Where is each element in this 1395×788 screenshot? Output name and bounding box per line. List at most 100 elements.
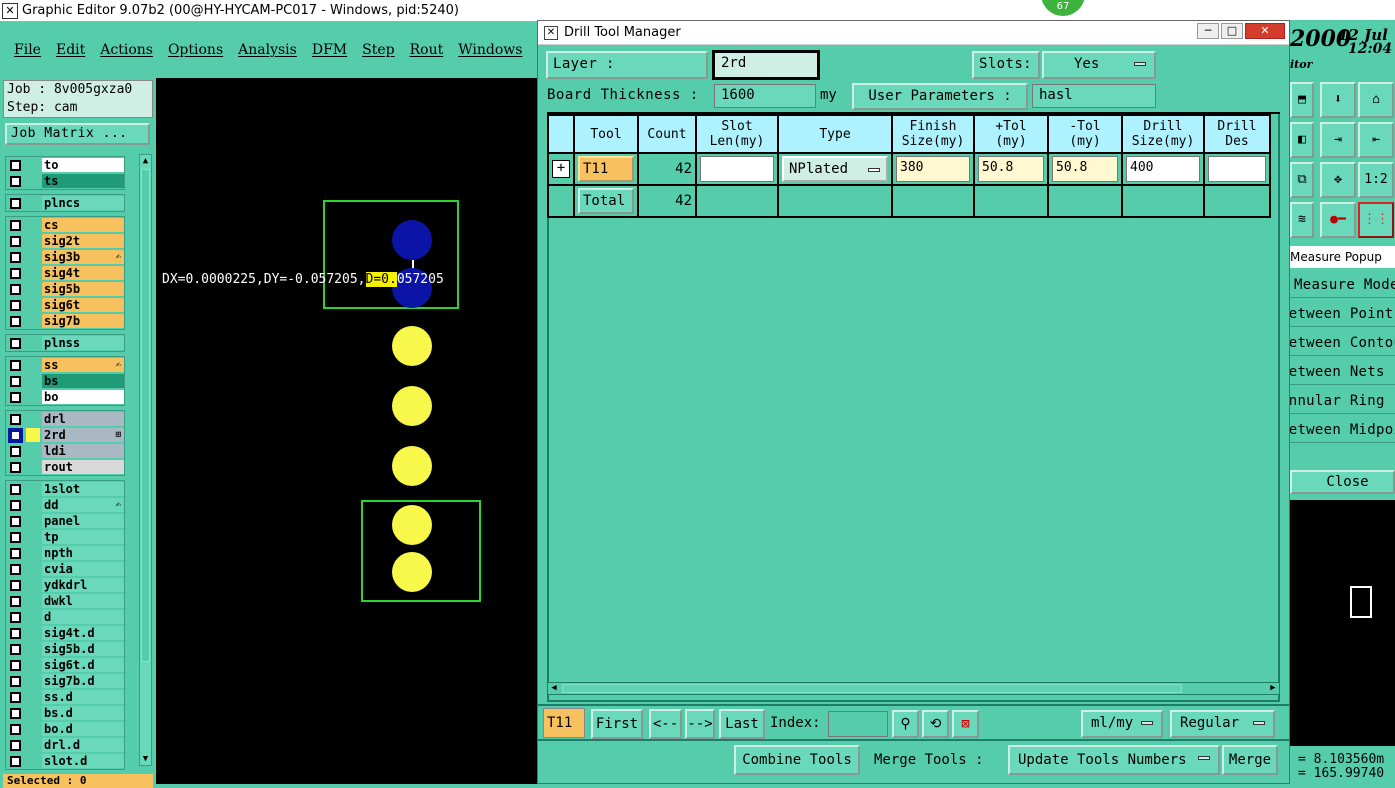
scroll-left-arrow-icon[interactable]: ◀ — [548, 683, 560, 694]
layer-row-ss.d[interactable]: ss.d — [6, 689, 124, 705]
menu-file[interactable]: File — [14, 42, 41, 58]
layer-name[interactable]: sig5b — [42, 282, 124, 296]
job-matrix-button[interactable]: Job Matrix ... — [5, 123, 150, 145]
layer-checkbox[interactable] — [10, 483, 21, 495]
menu-edit[interactable]: Edit — [56, 42, 85, 58]
layer-row-2rd[interactable]: 2rd ⊞ — [6, 427, 124, 443]
expand-icon[interactable]: + — [552, 160, 570, 178]
layers-icon[interactable]: ≋ — [1290, 202, 1314, 238]
layer-checkbox[interactable] — [10, 579, 21, 591]
layer-name[interactable]: plncs — [42, 196, 124, 210]
layer-name[interactable]: ss.d — [42, 690, 124, 704]
layer-checkbox[interactable] — [10, 197, 21, 209]
layer-checkbox[interactable] — [10, 627, 21, 639]
measure-item[interactable]: Annular Ring — [1290, 388, 1395, 414]
next-button[interactable]: --> — [685, 709, 715, 739]
units-option-menu[interactable]: ml/my — [1081, 710, 1163, 738]
layer-row-sig5b[interactable]: sig5b — [6, 281, 124, 297]
scroll-up-arrow-icon[interactable]: ▲ — [140, 155, 151, 167]
layer-name[interactable]: bo.d — [42, 722, 124, 736]
layer-checkbox[interactable] — [10, 283, 21, 295]
layer-row-sig6t[interactable]: sig6t — [6, 297, 124, 313]
last-button[interactable]: Last — [719, 709, 765, 739]
type-option-menu[interactable]: NPlated — [782, 156, 888, 182]
layer-checkbox[interactable] — [10, 563, 21, 575]
layer-row-tp[interactable]: tp — [6, 529, 124, 545]
measure-item[interactable]: Between Points — [1290, 301, 1395, 327]
layer-row-panel[interactable]: panel — [6, 513, 124, 529]
menu-options[interactable]: Options — [168, 42, 223, 58]
update-tools-numbers-menu[interactable]: Update Tools Numbers — [1008, 745, 1220, 775]
layer-row-rout[interactable]: rout — [6, 459, 124, 475]
layer-name[interactable]: drl — [42, 412, 124, 426]
board-thickness-input[interactable]: 1600 — [714, 84, 816, 108]
drill-hole[interactable] — [392, 505, 432, 545]
layer-name[interactable]: bs — [42, 374, 124, 388]
layer-name[interactable]: ts — [42, 174, 124, 188]
layer-row-ss[interactable]: ss ✍ — [6, 357, 124, 373]
layer-checkbox[interactable] — [10, 515, 21, 527]
layer-row-slot.d[interactable]: slot.d — [6, 753, 124, 769]
layer-name[interactable]: sig2t — [42, 234, 124, 248]
layer-checkbox[interactable] — [10, 359, 21, 371]
layer-checkbox[interactable] — [10, 461, 21, 473]
layer-row-dwkl[interactable]: dwkl — [6, 593, 124, 609]
layer-name[interactable]: d — [42, 610, 124, 624]
layer-checkbox[interactable] — [10, 175, 21, 187]
mini-canvas[interactable] — [1290, 500, 1395, 746]
layer-checkbox[interactable] — [10, 251, 21, 263]
layer-checkbox[interactable] — [10, 691, 21, 703]
scale-icon[interactable]: 1:2 — [1358, 162, 1394, 198]
scrollbar-thumb[interactable] — [141, 169, 150, 662]
maximize-icon[interactable]: □ — [1221, 23, 1243, 39]
layer-row-sig5b.d[interactable]: sig5b.d — [6, 641, 124, 657]
save-icon[interactable]: ⬇ — [1320, 82, 1356, 118]
home-icon[interactable]: ⌂ — [1358, 82, 1394, 118]
pan-icon[interactable]: ✥ — [1320, 162, 1356, 198]
layer-checkbox[interactable] — [10, 531, 21, 543]
layer-name[interactable]: rout — [42, 460, 124, 474]
layer-row-1slot[interactable]: 1slot — [6, 481, 124, 497]
layer-name[interactable]: sig7b.d — [42, 674, 124, 688]
layer-checkbox[interactable] — [10, 413, 21, 425]
drill-hole[interactable] — [392, 326, 432, 366]
layer-row-sig2t[interactable]: sig2t — [6, 233, 124, 249]
layer-name[interactable]: bo — [42, 390, 124, 404]
layer-checkbox[interactable] — [10, 755, 21, 767]
menu-windows[interactable]: Windows — [458, 42, 522, 58]
layer-checkbox[interactable] — [8, 427, 23, 443]
layer-checkbox[interactable] — [10, 267, 21, 279]
layer-name[interactable]: 1slot — [42, 482, 124, 496]
layer-row-ldi[interactable]: ldi — [6, 443, 124, 459]
mtol-input[interactable]: 50.8 — [1052, 156, 1118, 182]
layer-list-scrollbar[interactable]: ▲ ▼ — [139, 154, 152, 766]
layer-row-dd[interactable]: dd ✍ — [6, 497, 124, 513]
layer-name[interactable]: 2rd ⊞ — [42, 428, 124, 442]
layer-name[interactable]: dd ✍ — [42, 498, 124, 512]
layer-name[interactable]: sig5b.d — [42, 642, 124, 656]
total-button[interactable]: Total — [578, 188, 634, 214]
probe-icon[interactable]: ●━ — [1320, 202, 1356, 238]
layer-row-drl.d[interactable]: drl.d — [6, 737, 124, 753]
layer-checkbox[interactable] — [10, 723, 21, 735]
layer-checkbox[interactable] — [10, 391, 21, 403]
layer-checkbox[interactable] — [10, 739, 21, 751]
measure-item[interactable]: Between Contours — [1290, 330, 1395, 356]
layer-name[interactable]: drl.d — [42, 738, 124, 752]
layer-name[interactable]: tp — [42, 530, 124, 544]
drill-hole[interactable] — [392, 446, 432, 486]
layer-checkbox[interactable] — [10, 659, 21, 671]
layer-checkbox[interactable] — [10, 235, 21, 247]
layer-checkbox[interactable] — [10, 337, 21, 349]
layer-checkbox[interactable] — [10, 595, 21, 607]
layer-name[interactable]: cvia — [42, 562, 124, 576]
measure-item[interactable]: Between Nets — [1290, 359, 1395, 385]
table-horizontal-scrollbar[interactable]: ◀ ▶ — [547, 682, 1280, 695]
layer-checkbox[interactable] — [10, 299, 21, 311]
lightbulb-icon[interactable]: ⚲ — [892, 710, 919, 738]
layer-row-bs[interactable]: bs — [6, 373, 124, 389]
menu-dfm[interactable]: DFM — [312, 42, 347, 58]
layer-name[interactable]: bs.d — [42, 706, 124, 720]
layer-name[interactable]: plnss — [42, 336, 124, 350]
menu-analysis[interactable]: Analysis — [238, 42, 297, 58]
